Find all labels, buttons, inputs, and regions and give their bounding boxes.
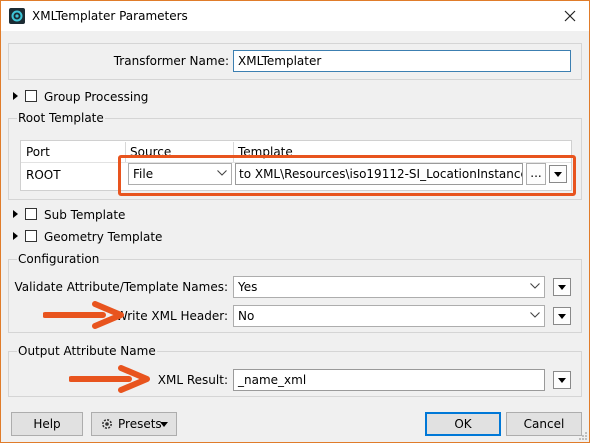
validate-menu-button[interactable]	[553, 278, 571, 296]
group-processing-label: Group Processing	[44, 90, 149, 104]
group-processing-checkbox[interactable]	[25, 90, 37, 102]
close-button[interactable]	[557, 4, 583, 28]
arrow-icon	[43, 301, 124, 329]
output-title: Output Attribute Name	[17, 344, 157, 358]
dialog-window: XMLTemplater Parameters Transformer Name…	[0, 0, 590, 443]
gear-icon	[102, 419, 112, 429]
validate-select-value: Yes	[238, 280, 258, 294]
column-header-port[interactable]: Port	[22, 142, 126, 162]
write-header-select-value: No	[238, 309, 255, 323]
geometry-template-label: Geometry Template	[44, 230, 163, 244]
write-header-select[interactable]: No	[233, 305, 545, 327]
configuration-title: Configuration	[17, 252, 101, 266]
sub-template-checkbox[interactable]	[25, 208, 37, 220]
validate-select[interactable]: Yes	[233, 276, 545, 298]
sub-template-label: Sub Template	[44, 208, 126, 222]
xml-result-label: XML Result:	[157, 373, 228, 387]
geometry-template-checkbox[interactable]	[25, 230, 37, 242]
presets-button[interactable]: Presets	[91, 412, 177, 436]
triangle-down-icon	[558, 314, 566, 319]
geometry-template-expander-icon[interactable]	[13, 232, 18, 240]
cancel-button[interactable]: Cancel	[506, 412, 582, 436]
xml-result-input[interactable]: _name_xml	[233, 369, 545, 391]
triangle-down-icon	[160, 422, 168, 427]
presets-label: Presets	[118, 417, 162, 431]
resize-grip-icon[interactable]	[578, 431, 588, 441]
triangle-down-icon	[558, 378, 566, 383]
window-title: XMLTemplater Parameters	[32, 9, 188, 23]
title-bar[interactable]: XMLTemplater Parameters	[1, 1, 589, 31]
help-button[interactable]: Help	[11, 412, 83, 436]
table-row-port: ROOT	[26, 168, 61, 182]
transformer-name-label: Transformer Name:	[113, 54, 229, 68]
sub-template-expander-icon[interactable]	[13, 210, 18, 218]
chevron-down-icon	[530, 283, 540, 289]
xml-result-menu-button[interactable]	[553, 371, 571, 389]
write-header-menu-button[interactable]	[553, 307, 571, 325]
arrow-icon	[69, 365, 150, 393]
write-header-label: Write XML Header:	[115, 309, 228, 323]
ok-button[interactable]: OK	[425, 412, 501, 436]
close-icon	[564, 10, 576, 22]
transformer-name-input[interactable]: XMLTemplater	[233, 50, 571, 72]
validate-label: Validate Attribute/Template Names:	[14, 280, 228, 294]
root-template-title: Root Template	[17, 111, 105, 125]
triangle-down-icon	[558, 285, 566, 290]
chevron-down-icon	[530, 312, 540, 318]
highlight-box	[118, 155, 576, 196]
app-icon	[9, 8, 25, 24]
group-processing-expander-icon[interactable]	[13, 92, 18, 100]
